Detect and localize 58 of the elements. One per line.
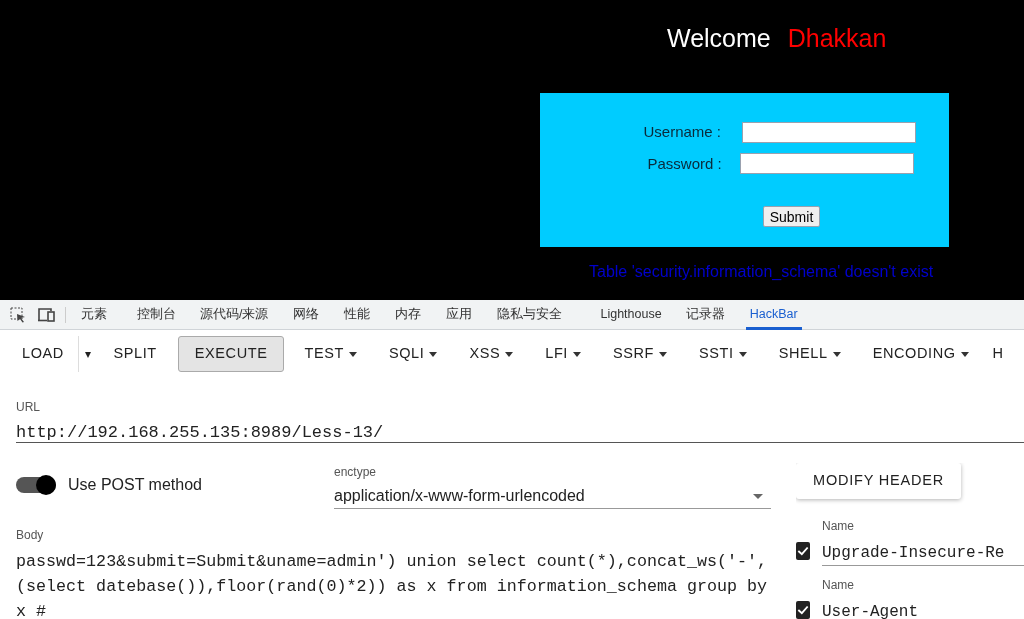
devtools-tab[interactable]: 隐私与安全 — [493, 299, 567, 330]
header-name-label: Name — [822, 577, 855, 594]
post-method-label: Use POST method — [68, 475, 202, 495]
menu-button[interactable]: LFI — [535, 336, 591, 372]
caret-icon — [573, 351, 581, 357]
inspect-icon[interactable] — [10, 306, 26, 323]
caret-icon — [659, 351, 668, 357]
submit-button[interactable]: Submit — [762, 206, 821, 227]
header-checkbox[interactable] — [796, 542, 810, 560]
menu-button[interactable]: SSTI — [689, 336, 757, 372]
body-input[interactable]: passwd=123&submit=Submit&uname=admin') union select count(*),concat_ws('-',(select datebase()),floor(rand(0)*2)) as x from information_schema group by x # — [16, 549, 772, 619]
modify-header-button[interactable]: MODIFY HEADER — [796, 463, 961, 499]
device-toolbar-icon[interactable] — [38, 307, 55, 322]
menu-button[interactable]: ENCODING — [862, 336, 979, 372]
toolbar-button[interactable]: LOAD — [12, 336, 74, 372]
caret-icon — [348, 351, 357, 357]
devtools-tab[interactable]: 性能 — [340, 299, 375, 330]
header-name-input[interactable]: Upgrade-Insecure-Re — [822, 541, 1024, 565]
caret-icon — [832, 351, 841, 357]
menu-button[interactable]: SHELL — [768, 336, 851, 372]
menu-button[interactable]: XSS — [459, 336, 524, 372]
caret-icon — [505, 351, 514, 357]
toolbar-button[interactable]: H — [982, 336, 1014, 372]
caret-icon — [429, 351, 438, 357]
header-name-input[interactable]: User-Agent — [822, 600, 1024, 619]
devtools-tab[interactable]: HackBar — [745, 299, 802, 330]
url-label: URL — [16, 399, 41, 416]
enctype-label: enctype — [334, 464, 378, 481]
post-method-toggle[interactable] — [16, 477, 56, 493]
devtools-tab[interactable]: 记录器 — [681, 299, 729, 330]
devtools-tab[interactable]: 网络 — [289, 299, 324, 330]
load-menu-button[interactable]: ▾ — [77, 336, 98, 372]
username-input[interactable] — [741, 121, 916, 143]
password-input[interactable] — [739, 153, 914, 175]
menu-button[interactable]: SSRF — [603, 336, 678, 372]
menu-button[interactable]: TEST — [294, 336, 367, 372]
devtools-tab[interactable]: Lighthouse — [596, 299, 666, 330]
header-name-label: Name — [822, 518, 855, 535]
field-label: Password : — [646, 153, 723, 174]
url-input[interactable]: http://192.168.255.135:8989/Less-13/ — [16, 420, 1016, 446]
header-checkbox[interactable] — [796, 601, 810, 619]
devtools-tab[interactable]: 应用 — [442, 299, 477, 330]
devtools-tab[interactable]: 内存 — [391, 299, 426, 330]
enctype-select[interactable]: application/x-www-form-urlencoded — [334, 484, 771, 509]
body-label: Body — [16, 527, 45, 544]
devtools-tab[interactable]: 控制台 — [133, 299, 180, 330]
menu-button[interactable]: SQLI — [378, 336, 448, 372]
error-message: Table 'security.information_schema' doesn't exist — [589, 262, 934, 282]
caret-icon — [960, 351, 969, 357]
devtools-tab[interactable]: 源代码/来源 — [196, 299, 273, 330]
welcome-text: Welcome — [667, 23, 771, 54]
toolbar-button[interactable]: SPLIT — [103, 336, 167, 372]
devtools-tab[interactable]: 元素 — [77, 299, 111, 330]
field-label: Username : — [643, 122, 723, 142]
execute-button[interactable]: EXECUTE — [177, 336, 285, 372]
caret-icon — [738, 351, 747, 357]
dropdown-icon — [753, 493, 763, 499]
username-text: Dhakkan — [787, 23, 887, 54]
